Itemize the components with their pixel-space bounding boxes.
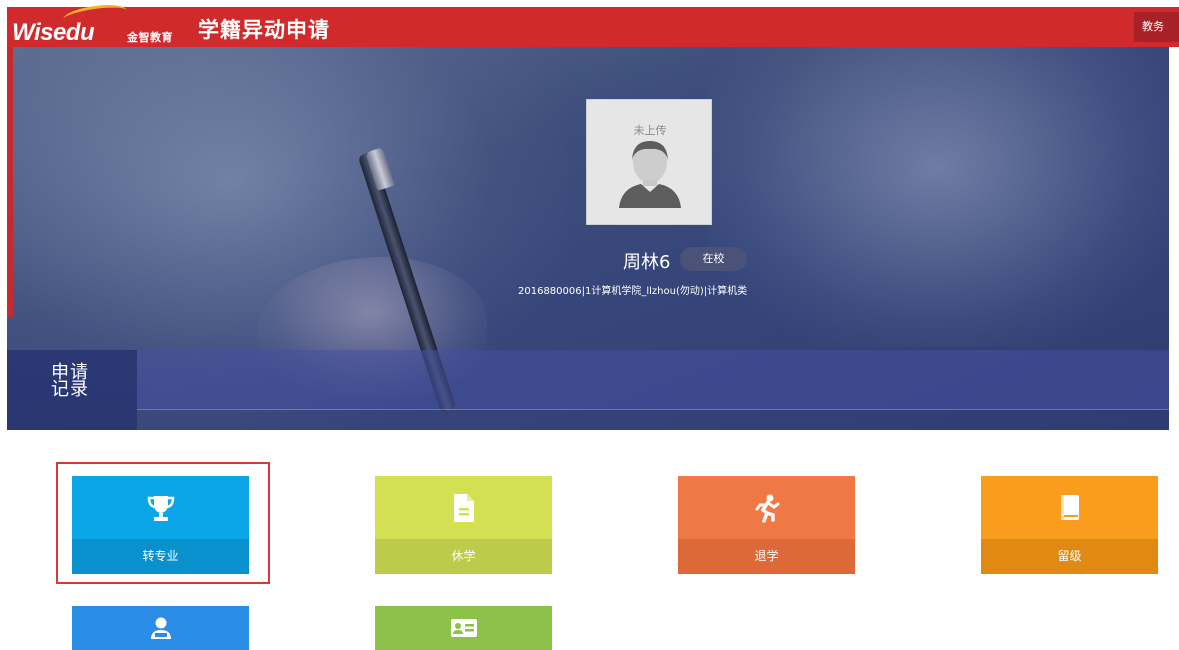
tile-icon-area bbox=[981, 476, 1158, 539]
page: Wisedu 金智教育 学籍异动申请 教务 未上传 周林6 在校 2016880… bbox=[0, 0, 1179, 650]
logo-subtext: 金智教育 bbox=[127, 31, 173, 44]
logo-text: Wisedu bbox=[12, 19, 95, 46]
status-badge: 在校 bbox=[680, 247, 747, 271]
selected-tile-highlight bbox=[56, 462, 270, 584]
tile-repeat-grade[interactable]: 留级 bbox=[981, 476, 1158, 574]
app-title: 学籍异动申请 bbox=[198, 18, 330, 42]
tile-icon-area bbox=[72, 606, 249, 650]
tile-icon-area bbox=[678, 476, 855, 539]
tile-label: 休学 bbox=[375, 539, 552, 574]
default-avatar-icon bbox=[619, 141, 681, 208]
tile-label: 退学 bbox=[678, 539, 855, 574]
banner-red-strip bbox=[7, 47, 13, 317]
tile-withdrawal[interactable]: 退学 bbox=[678, 476, 855, 574]
tile-suspension[interactable]: 休学 bbox=[375, 476, 552, 574]
id-card-icon bbox=[450, 619, 477, 637]
avatar[interactable]: 未上传 bbox=[586, 99, 712, 225]
application-records-tab[interactable]: 申请记录 bbox=[7, 350, 137, 430]
records-bar bbox=[7, 350, 1169, 410]
running-person-icon bbox=[755, 494, 779, 523]
tile-label: 留级 bbox=[981, 539, 1158, 574]
tile-icon-area bbox=[375, 476, 552, 539]
hero-shade bbox=[707, 47, 1169, 347]
user-reading-icon bbox=[150, 617, 171, 639]
tile-id-change[interactable] bbox=[375, 606, 552, 650]
tile-resume-study[interactable] bbox=[72, 606, 249, 650]
book-icon bbox=[1060, 494, 1079, 520]
application-records-label: 申请记录 bbox=[51, 362, 89, 400]
wisedu-logo[interactable]: Wisedu 金智教育 bbox=[7, 1, 182, 48]
document-icon bbox=[453, 493, 474, 522]
records-divider bbox=[137, 409, 1169, 410]
header-bar bbox=[7, 7, 1179, 47]
user-name: 周林6 bbox=[623, 252, 671, 273]
tile-icon-area bbox=[375, 606, 552, 650]
user-info: 2016880006|1计算机学院_llzhou(勿动)|计算机类 bbox=[518, 286, 748, 297]
top-right-menu-button[interactable]: 教务 bbox=[1134, 12, 1179, 42]
